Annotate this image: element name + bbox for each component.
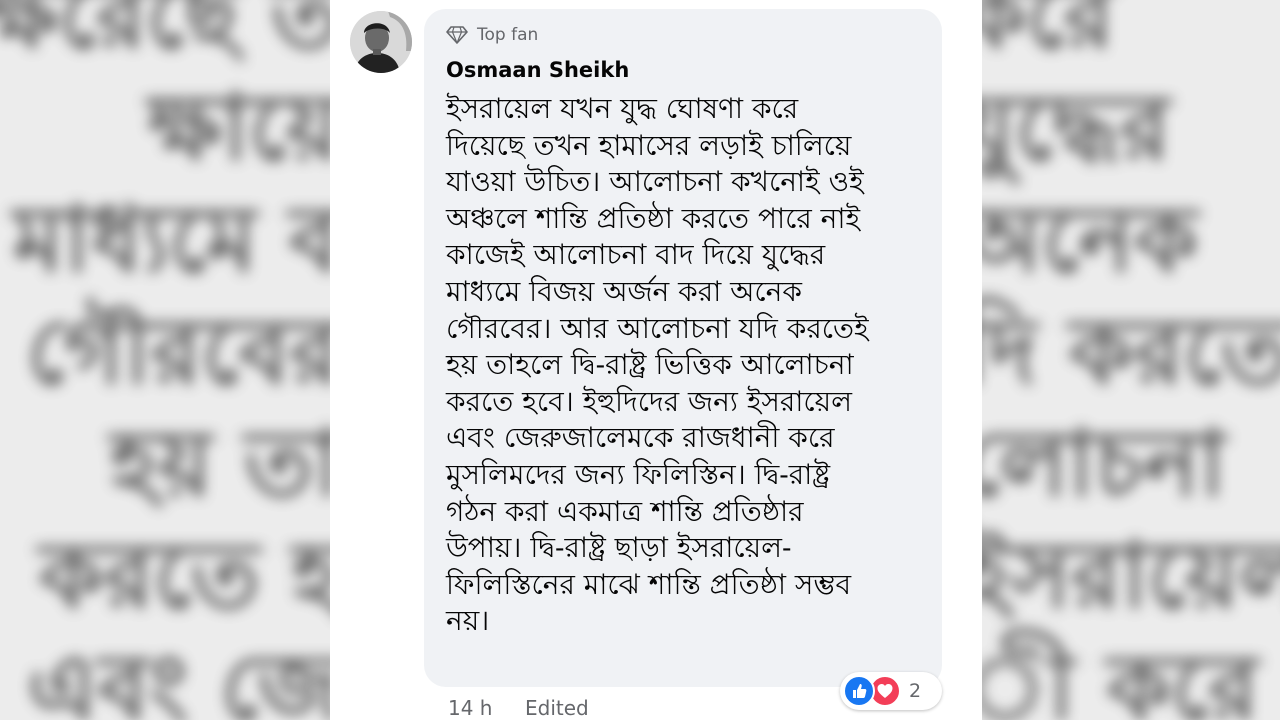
comment-timestamp[interactable]: 14 h bbox=[448, 696, 492, 720]
blurred-background-right: করে যুদ্ধের অনেক দি করতে লোচনা ইসরায়েলী করে bbox=[982, 0, 1280, 720]
profile-photo bbox=[350, 11, 412, 73]
blurred-background-left: ক্ষরেছে ত ক্ষায়ে মাধ্যমে ব গৌরবের হয় তা করত… bbox=[0, 0, 330, 720]
blurred-text-right: করে যুদ্ধের অনেক দি করতে লোচনা ইসরায়েলী করে bbox=[982, 0, 1280, 720]
comment-text: ইসরায়েল যখন যুদ্ধ ঘোষণা করে দিয়েছে তখন… bbox=[446, 92, 869, 638]
edited-label[interactable]: Edited bbox=[525, 696, 589, 720]
comment-bubble: Top fan Osmaan Sheikh ইসরায়েল যখন যুদ্ধ… bbox=[424, 9, 942, 687]
reaction-count: 2 bbox=[909, 680, 922, 702]
diamond-icon bbox=[446, 26, 468, 44]
top-fan-badge: Top fan bbox=[446, 25, 538, 45]
like-icon bbox=[843, 675, 875, 707]
comment-panel: Top fan Osmaan Sheikh ইসরায়েল যখন যুদ্ধ… bbox=[330, 0, 982, 720]
blurred-text-left: ক্ষরেছে ত ক্ষায়ে মাধ্যমে ব গৌরবের হয় তা করত… bbox=[0, 0, 330, 720]
avatar[interactable] bbox=[350, 11, 412, 73]
author-name[interactable]: Osmaan Sheikh bbox=[446, 58, 629, 82]
badge-label: Top fan bbox=[477, 25, 539, 45]
reactions-summary[interactable]: 2 bbox=[840, 672, 942, 710]
